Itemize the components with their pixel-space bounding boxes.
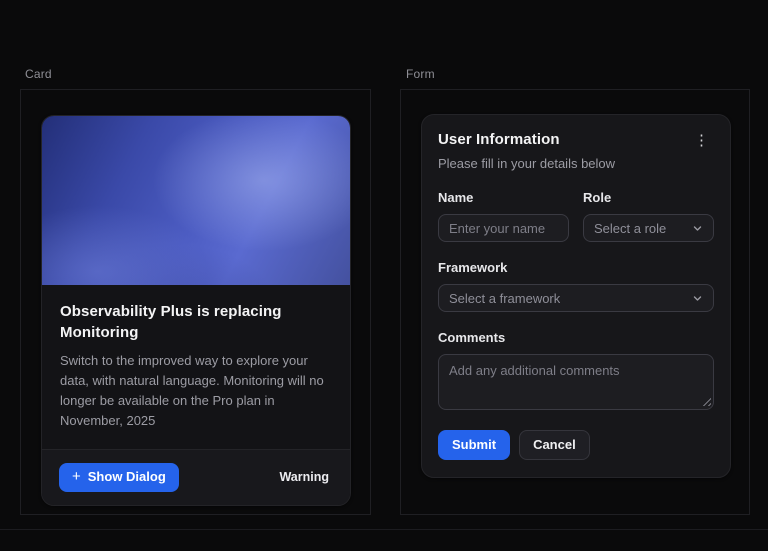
card-title: Observability Plus is replacing Monitori… (60, 301, 310, 343)
framework-label: Framework (438, 260, 714, 275)
warning-button[interactable]: Warning (275, 464, 333, 490)
comments-textarea-wrap (438, 354, 714, 410)
role-field-group: Role Select a role (583, 190, 714, 242)
card-demo-container: Observability Plus is replacing Monitori… (20, 89, 371, 515)
chevron-down-icon (692, 223, 703, 234)
form-title: User Information (438, 131, 560, 148)
card-description: Switch to the improved way to explore yo… (60, 351, 332, 432)
name-input[interactable] (438, 214, 569, 242)
form-subtitle: Please fill in your details below (438, 156, 714, 171)
comments-label: Comments (438, 330, 714, 345)
card-body: Observability Plus is replacing Monitori… (42, 285, 350, 449)
card-section-label: Card (25, 67, 52, 81)
form-demo-container: User Information ⋮ Please fill in your d… (400, 89, 750, 515)
show-dialog-label: Show Dialog (88, 470, 166, 485)
name-role-row: Name Role Select a role (438, 190, 714, 242)
name-label: Name (438, 190, 569, 205)
chevron-down-icon (692, 293, 703, 304)
role-select-value: Select a role (594, 221, 666, 236)
framework-select-value: Select a framework (449, 291, 560, 306)
bottom-divider (0, 529, 768, 530)
form-header: User Information ⋮ (438, 131, 714, 150)
comments-field-group: Comments (438, 330, 714, 410)
card-cover-image (42, 116, 350, 285)
cancel-button[interactable]: Cancel (519, 430, 590, 460)
form-actions: Submit Cancel (438, 430, 714, 460)
framework-select[interactable]: Select a framework (438, 284, 714, 312)
show-dialog-button[interactable]: + Show Dialog (59, 463, 179, 492)
comments-textarea[interactable] (438, 354, 714, 410)
role-select[interactable]: Select a role (583, 214, 714, 242)
role-label: Role (583, 190, 714, 205)
observability-card: Observability Plus is replacing Monitori… (41, 115, 351, 506)
kebab-menu-icon[interactable]: ⋮ (689, 131, 714, 150)
name-field-group: Name (438, 190, 569, 242)
card-footer: + Show Dialog Warning (42, 449, 350, 505)
framework-field-group: Framework Select a framework (438, 260, 714, 312)
form-section-label: Form (406, 67, 435, 81)
plus-icon: + (72, 470, 81, 484)
submit-button[interactable]: Submit (438, 430, 510, 460)
user-information-form: User Information ⋮ Please fill in your d… (421, 114, 731, 478)
